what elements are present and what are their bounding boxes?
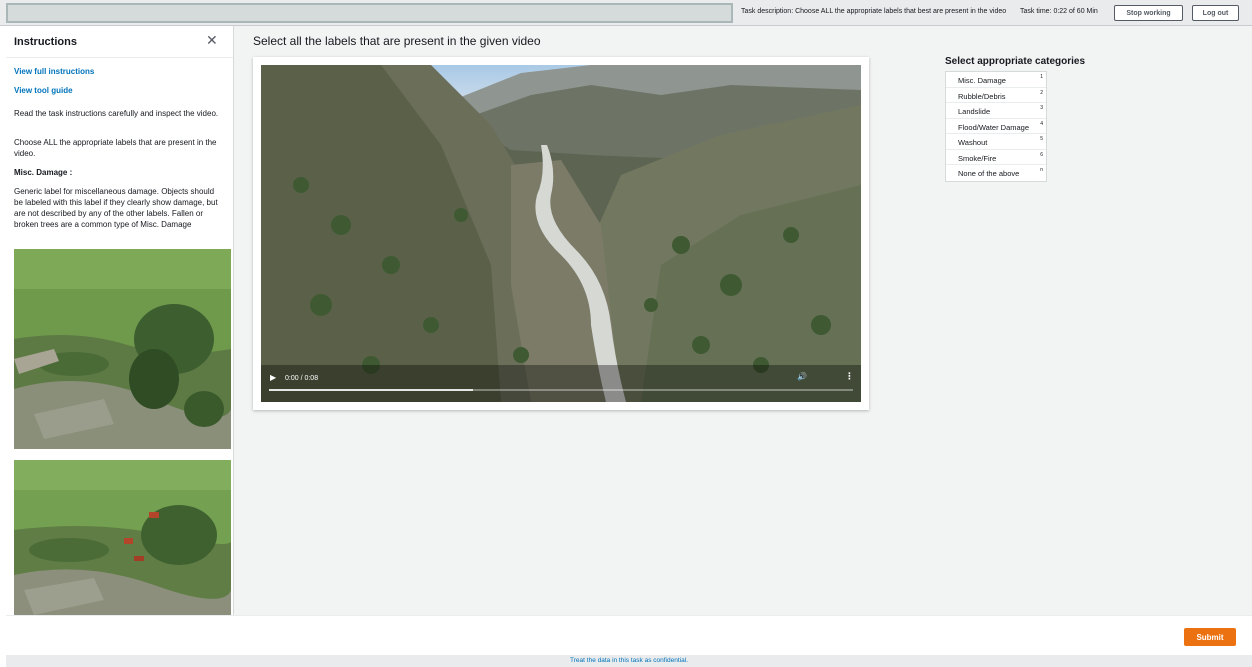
video-player[interactable]: ▶ 0:00 / 0:08 🔊 ⋮	[261, 65, 861, 402]
footer: Submit	[6, 615, 1252, 655]
stop-working-button[interactable]: Stop working	[1114, 5, 1183, 21]
instructions-panel: Instructions ✕ View full instructions Vi…	[6, 26, 234, 615]
example-image-1	[14, 249, 231, 449]
video-frame	[261, 65, 861, 402]
category-item[interactable]: Smoke/Fire 6	[946, 150, 1046, 165]
aerial-field-image	[14, 249, 231, 449]
confidential-notice: Treat the data in this task as confident…	[6, 655, 1252, 667]
category-item[interactable]: Flood/Water Damage 4	[946, 119, 1046, 134]
video-scrubber[interactable]	[269, 389, 853, 391]
category-label: Landslide	[958, 107, 991, 116]
task-description: Task description: Choose ALL the appropr…	[741, 8, 1007, 15]
category-label: Misc. Damage	[958, 76, 1006, 85]
task-progress-bar	[6, 3, 733, 23]
main-content: Select all the labels that are present i…	[234, 26, 1252, 615]
log-out-button[interactable]: Log out	[1192, 5, 1239, 21]
play-icon[interactable]: ▶	[270, 373, 276, 382]
category-shortcut-key: 3	[1040, 105, 1043, 111]
category-shortcut-key: 6	[1040, 151, 1043, 158]
label-heading: Misc. Damage :	[14, 168, 73, 177]
view-tool-guide-link[interactable]: View tool guide	[14, 86, 73, 95]
categories-title: Select appropriate categories	[945, 56, 1086, 67]
video-time: 0:00 / 0:08	[285, 375, 319, 382]
category-shortcut-key: 1	[1040, 74, 1043, 80]
category-item[interactable]: Rubble/Debris 2	[946, 88, 1046, 103]
category-shortcut-key: n	[1040, 167, 1043, 173]
instructions-title: Instructions	[14, 36, 77, 48]
instructions-header: Instructions ✕	[6, 26, 233, 58]
category-item[interactable]: Misc. Damage 1	[946, 72, 1046, 88]
top-bar: Task description: Choose ALL the appropr…	[0, 0, 1252, 26]
instructions-paragraph-2: Choose ALL the appropriate labels that a…	[14, 138, 217, 158]
video-scrubber-fill	[269, 389, 474, 391]
category-label: Smoke/Fire	[958, 153, 997, 163]
task-time: Task time: 0:22 of 60 Min	[1020, 8, 1098, 15]
video-card: ▶ 0:00 / 0:08 🔊 ⋮	[253, 57, 869, 410]
aerial-field-damage-image	[14, 460, 231, 615]
close-icon[interactable]: ✕	[206, 33, 218, 47]
category-shortcut-key: 2	[1040, 89, 1043, 96]
category-shortcut-key: 4	[1040, 120, 1043, 127]
category-label: None of the above	[958, 169, 1020, 178]
more-options-icon[interactable]: ⋮	[845, 371, 854, 382]
category-label: Washout	[958, 138, 988, 147]
page-title: Select all the labels that are present i…	[253, 34, 541, 48]
category-item[interactable]: None of the above n	[946, 165, 1046, 181]
label-description: Generic label for miscellaneous damage. …	[14, 187, 218, 229]
category-label: Flood/Water Damage	[958, 122, 1030, 132]
category-shortcut-key: 5	[1040, 136, 1043, 142]
submit-button[interactable]: Submit	[1184, 628, 1236, 646]
volume-icon[interactable]: 🔊	[797, 372, 807, 381]
view-full-instructions-link[interactable]: View full instructions	[14, 67, 94, 76]
example-image-2	[14, 460, 231, 615]
category-item[interactable]: Landslide 3	[946, 103, 1046, 119]
category-item[interactable]: Washout 5	[946, 134, 1046, 150]
categories-list: Misc. Damage 1 Rubble/Debris 2 Landslide 3 Flo…	[945, 71, 1047, 182]
instructions-paragraph-1: Read the task instructions carefully and…	[14, 109, 219, 118]
category-label: Rubble/Debris	[958, 91, 1006, 101]
